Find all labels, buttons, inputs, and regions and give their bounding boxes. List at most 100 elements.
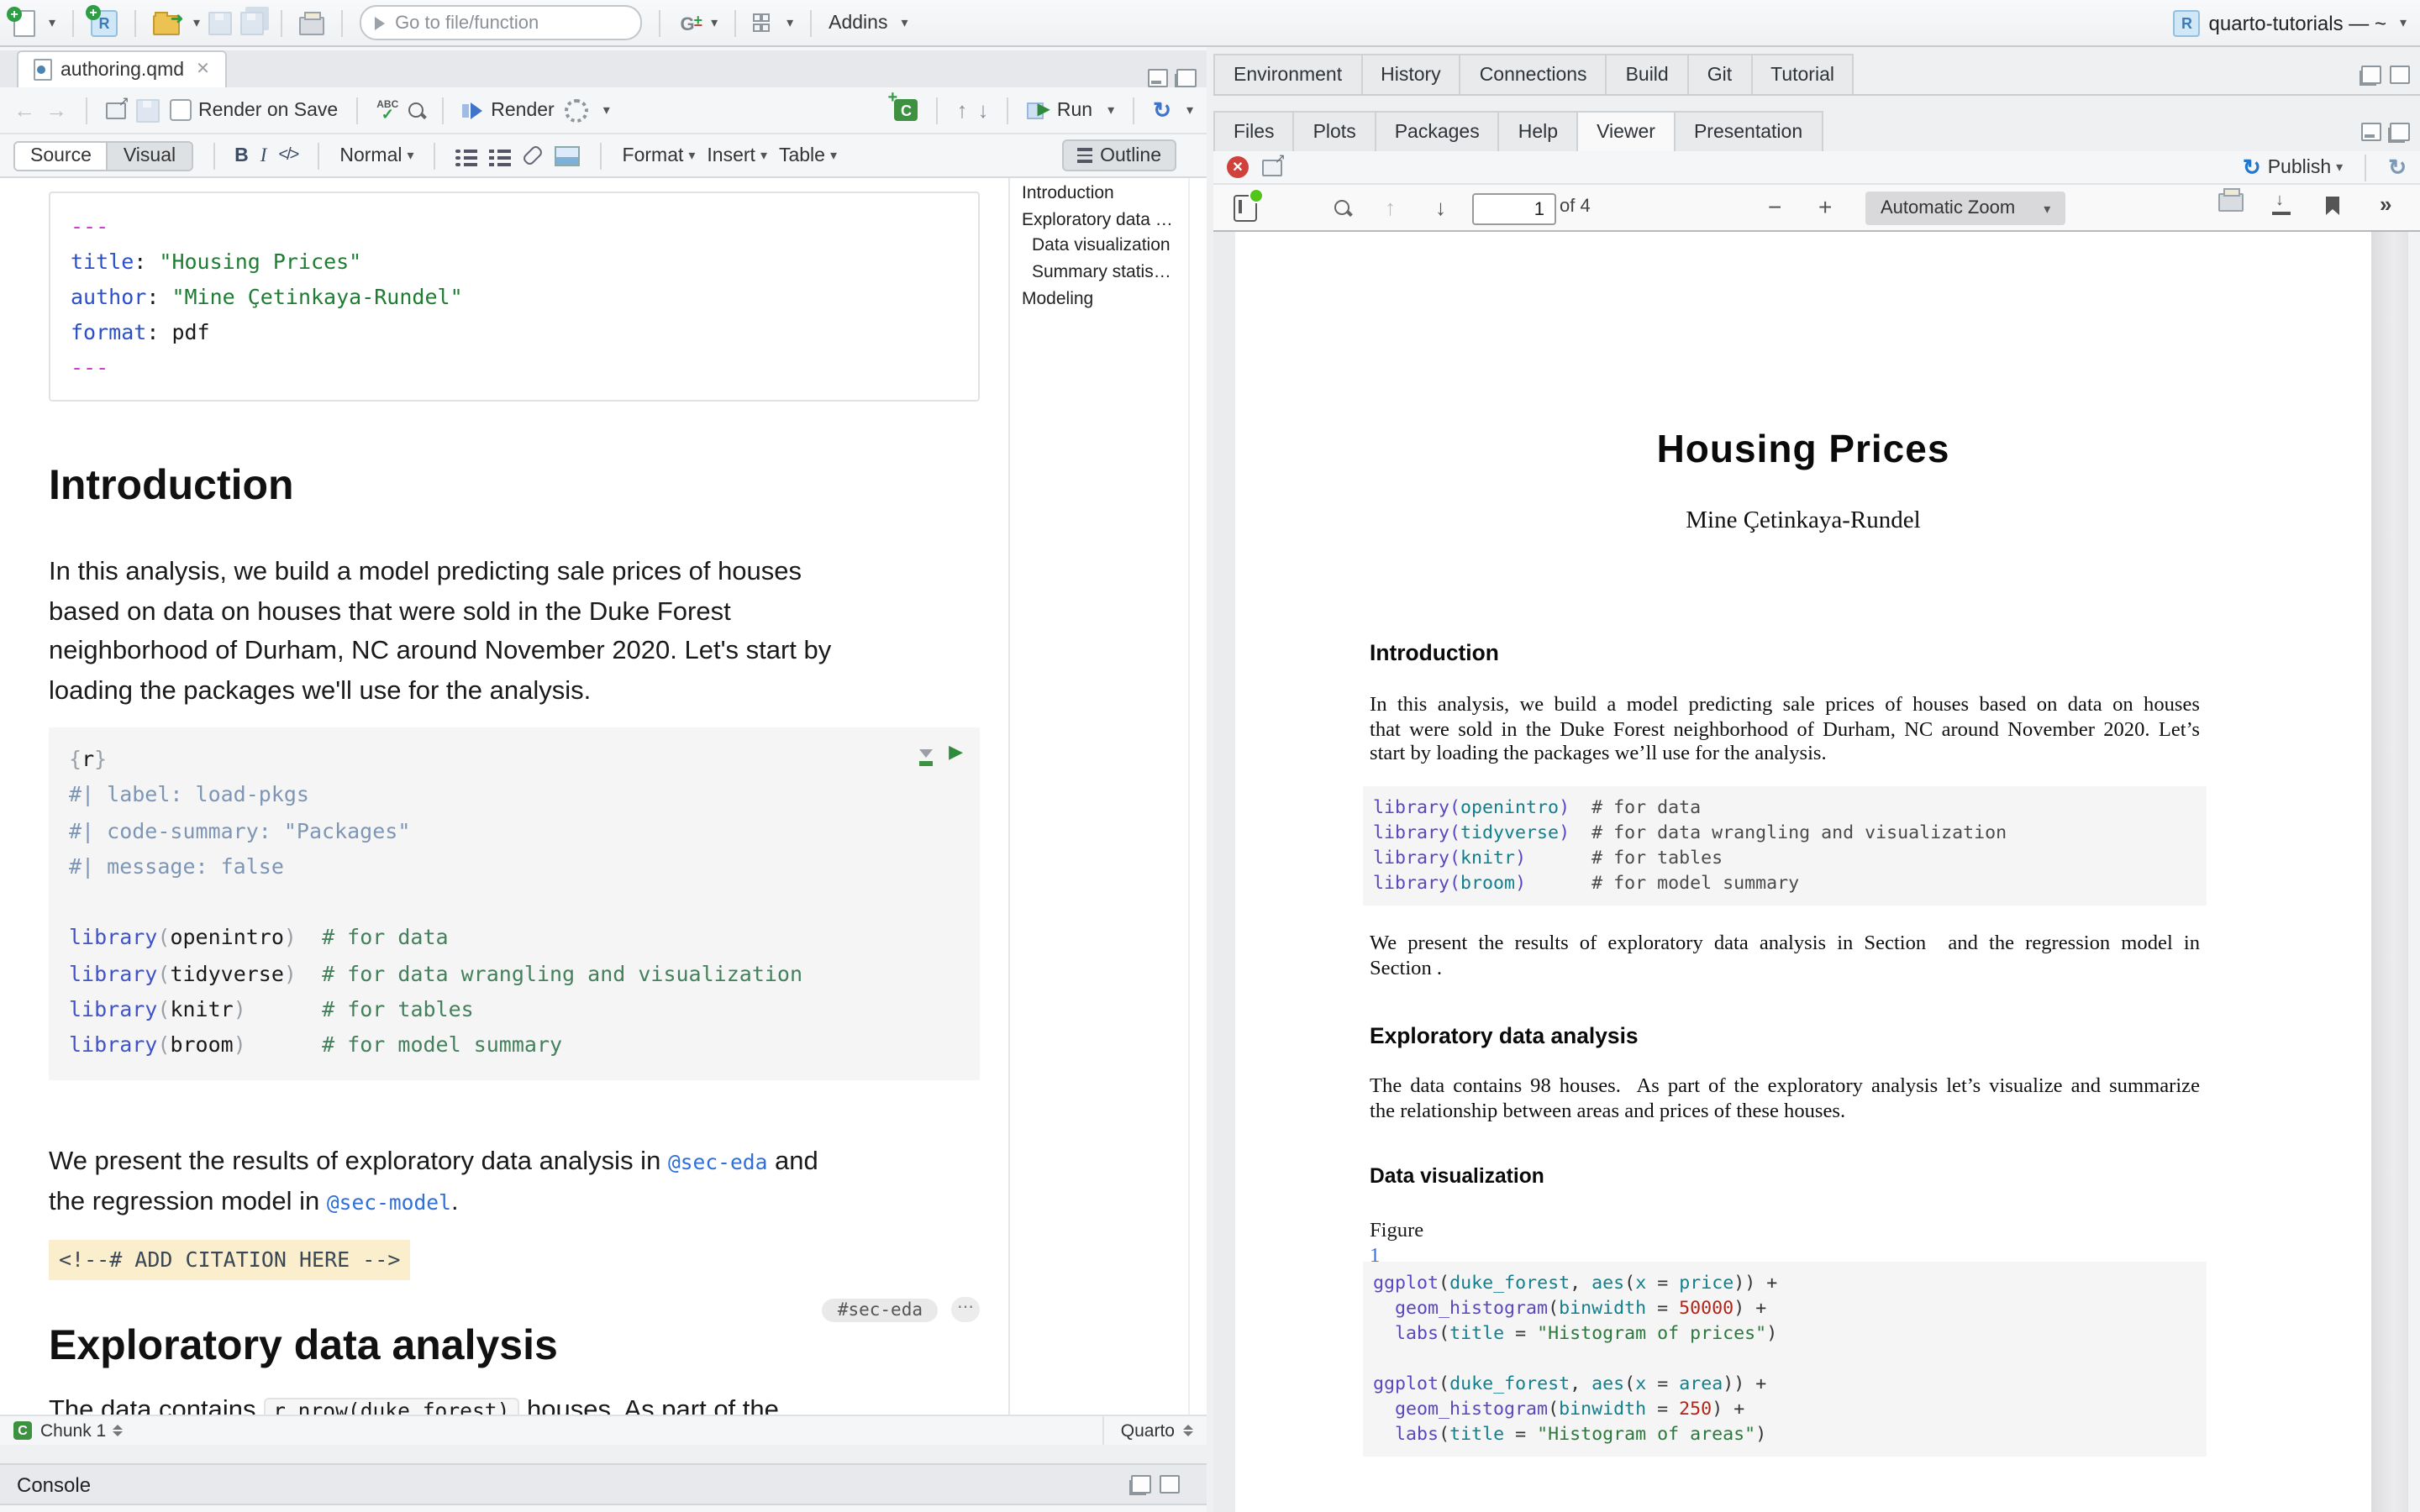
save-all-button[interactable] — [240, 8, 264, 38]
section-more-button[interactable]: ⋯ — [951, 1297, 980, 1322]
tab-help[interactable]: Help — [1500, 111, 1578, 151]
tab-packages[interactable]: Packages — [1376, 111, 1500, 151]
pdf-sidebar-toggle[interactable] — [1234, 195, 1257, 222]
save-button[interactable] — [208, 8, 232, 38]
render-settings-icon[interactable] — [565, 98, 588, 122]
open-file-caret[interactable]: ▾ — [193, 15, 200, 30]
outline-item-introduction[interactable]: Introduction — [1010, 181, 1190, 207]
pdf-page-input[interactable]: 1 — [1472, 193, 1556, 225]
pdf-download-icon[interactable] — [2272, 197, 2291, 215]
open-file-button[interactable]: ➜ — [153, 8, 180, 38]
console-restore-icon[interactable] — [1131, 1475, 1151, 1494]
tab-tutorial[interactable]: Tutorial — [1752, 54, 1854, 94]
tab-git[interactable]: Git — [1689, 54, 1752, 94]
editor-canvas[interactable]: ---title: "Housing Prices"author: "Mine … — [0, 178, 1207, 1415]
addins-caret[interactable]: ▾ — [901, 15, 908, 30]
console-maximize-icon[interactable] — [1160, 1475, 1180, 1494]
new-file-button[interactable]: + — [13, 8, 35, 38]
viewer-pane-maximize-icon[interactable] — [2390, 122, 2410, 140]
tab-connections[interactable]: Connections — [1461, 54, 1607, 94]
pdf-zoom-out-icon[interactable]: − — [1768, 193, 1781, 220]
run-previous-icon[interactable]: ↑ — [957, 97, 968, 123]
outline-item-exploratory-data[interactable]: Exploratory data … — [1010, 207, 1190, 234]
render-button[interactable]: Render — [462, 100, 554, 120]
workspace-panes-caret[interactable]: ▾ — [786, 15, 793, 30]
eda-paragraph[interactable]: The data contains r nrow(duke_forest) ho… — [49, 1390, 980, 1415]
close-tab-icon[interactable]: ✕ — [196, 60, 210, 79]
run-next-icon[interactable]: ↓ — [978, 97, 989, 123]
open-in-new-window-icon[interactable] — [106, 102, 126, 118]
goto-file-input[interactable]: Go to file/function — [360, 5, 642, 40]
language-mode-selector[interactable]: Quarto — [1102, 1416, 1193, 1445]
outline-item-modeling[interactable]: Modeling — [1010, 287, 1190, 313]
numbered-list-icon[interactable] — [490, 145, 512, 165]
paragraph-style-select[interactable]: Normal ▾ — [339, 145, 413, 165]
insert-menu[interactable]: Insert▾ — [707, 145, 767, 165]
run-button[interactable]: ▶ Run — [1028, 100, 1093, 120]
render-settings-caret[interactable]: ▾ — [603, 102, 610, 118]
code-chunk-load-pkgs[interactable]: ▶ {r}#| label: load-pkgs#| code-summary:… — [49, 727, 980, 1079]
render-on-save-checkbox[interactable] — [170, 99, 192, 121]
pdf-next-page-icon[interactable]: ↓ — [1435, 195, 1446, 220]
viewer-refresh-icon[interactable]: ↻ — [2388, 154, 2407, 181]
code-icon[interactable]: </> — [278, 146, 297, 165]
chunk-code[interactable]: {r}#| label: load-pkgs#| code-summary: "… — [69, 741, 980, 1063]
tab-build[interactable]: Build — [1607, 54, 1689, 94]
addins-button[interactable]: Addins — [829, 13, 887, 33]
rerun-caret[interactable]: ▾ — [1186, 102, 1193, 118]
viewer-pane-minimize-icon[interactable] — [2361, 122, 2381, 140]
run-chunk-icon[interactable]: ▶ — [949, 744, 963, 763]
env-pane-maximize-icon[interactable] — [2390, 65, 2410, 83]
tab-files[interactable]: Files — [1213, 111, 1295, 151]
image-icon[interactable] — [555, 145, 581, 165]
table-menu[interactable]: Table▾ — [779, 145, 837, 165]
outline-toggle-button[interactable]: Outline — [1061, 140, 1176, 171]
tab-presentation[interactable]: Presentation — [1676, 111, 1823, 151]
intro-paragraph[interactable]: In this analysis, we build a model predi… — [49, 553, 980, 711]
find-replace-icon[interactable] — [408, 102, 424, 118]
insert-chunk-button[interactable]: C — [895, 99, 918, 121]
editor-scrollbar[interactable] — [1188, 178, 1207, 1415]
pdf-viewer[interactable]: Housing Prices Mine Çetinkaya-Rundel Int… — [1213, 232, 2420, 1512]
crossref-paragraph[interactable]: We present the results of exploratory da… — [49, 1142, 980, 1224]
stop-icon[interactable]: ✕ — [1227, 156, 1249, 178]
console-header[interactable]: Console — [0, 1463, 1207, 1505]
version-control-button[interactable]: G+− — [677, 8, 697, 38]
tab-history[interactable]: History — [1362, 54, 1461, 94]
pdf-print-icon[interactable] — [2218, 193, 2244, 212]
citation-comment[interactable]: <!--# ADD CITATION HERE --> — [49, 1239, 410, 1279]
new-project-button[interactable]: R+ — [91, 8, 118, 38]
visual-mode-button[interactable]: Visual — [107, 142, 191, 169]
env-pane-restore-icon[interactable] — [2361, 65, 2381, 83]
outline-item-data-visualization[interactable]: Data visualization — [1010, 234, 1190, 260]
italic-icon[interactable]: I — [260, 145, 267, 165]
rerun-icon[interactable]: ↻ — [1153, 97, 1171, 123]
link-icon[interactable] — [522, 144, 544, 167]
run-all-above-icon[interactable] — [918, 749, 932, 758]
pdf-search-icon[interactable] — [1334, 200, 1349, 215]
save-doc-button[interactable] — [136, 95, 160, 125]
chunk-selector[interactable]: Chunk 1 — [40, 1420, 123, 1441]
tab-viewer[interactable]: Viewer — [1578, 111, 1676, 153]
pdf-scrollbar[interactable] — [2371, 232, 2408, 1512]
new-file-caret[interactable]: ▾ — [49, 15, 55, 30]
back-icon[interactable]: ← — [13, 97, 35, 123]
forward-icon[interactable]: → — [45, 97, 67, 123]
pdf-tools-expand-icon[interactable]: » — [2380, 192, 2391, 217]
heading-introduction[interactable]: Introduction — [49, 464, 980, 507]
tab-authoring-qmd[interactable]: authoring.qmd ✕ — [17, 50, 227, 87]
pdf-prev-page-icon[interactable]: ↑ — [1385, 195, 1396, 220]
pdf-zoom-in-icon[interactable]: + — [1818, 193, 1832, 220]
pdf-bookmark-icon[interactable] — [2326, 197, 2339, 215]
bold-icon[interactable]: B — [234, 145, 249, 165]
viewer-popout-icon[interactable] — [1262, 159, 1282, 176]
spellcheck-icon[interactable]: ABC✓ — [376, 102, 398, 118]
tab-plots[interactable]: Plots — [1295, 111, 1376, 151]
version-control-caret[interactable]: ▾ — [711, 15, 718, 30]
run-caret[interactable]: ▾ — [1107, 102, 1114, 118]
bullet-list-icon[interactable] — [456, 145, 478, 165]
minimize-pane-icon[interactable] — [1148, 69, 1168, 87]
source-mode-button[interactable]: Source — [15, 142, 107, 169]
tab-environment[interactable]: Environment — [1213, 54, 1362, 94]
workspace-panes-button[interactable] — [753, 8, 773, 38]
